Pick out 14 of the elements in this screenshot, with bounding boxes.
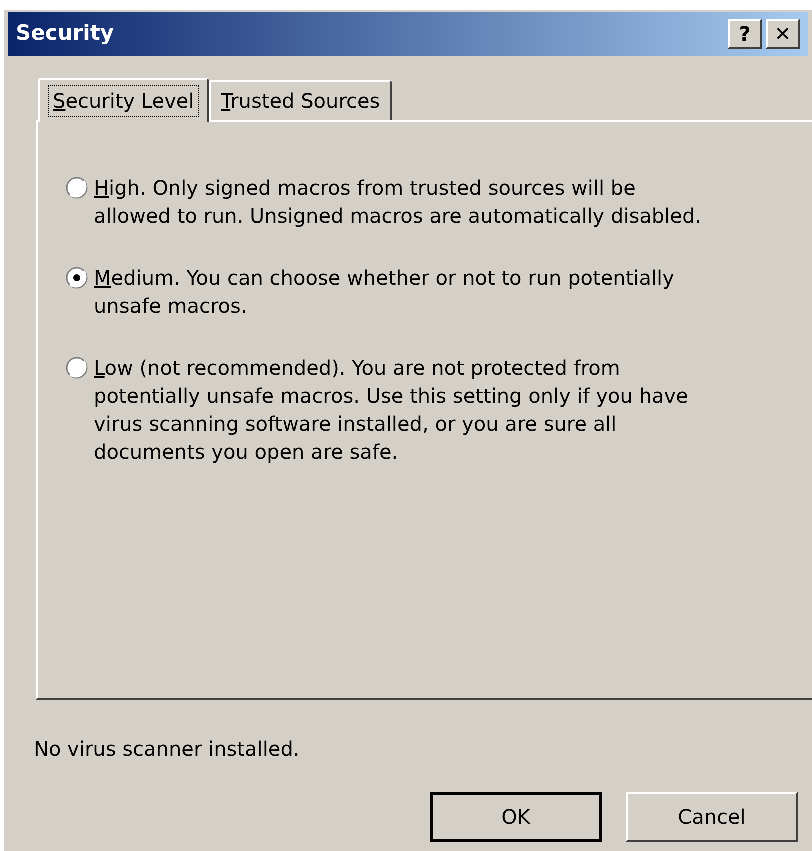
tab[interactable]: Security Level <box>38 78 210 122</box>
radio-button[interactable] <box>66 177 88 199</box>
close-button[interactable]: ✕ <box>766 19 800 49</box>
ok-button[interactable]: OK <box>430 792 602 842</box>
radio-button[interactable] <box>66 267 88 289</box>
option-label[interactable]: High. Only signed macros from trusted sources will be allowed to run. Unsigned macros are automatically disabled. <box>94 174 716 230</box>
option-label[interactable]: Low (not recommended). You are not protected from potentially unsafe macros. Use this setting only if you have virus scanning software installed, or you are sure all documents you open are safe. <box>94 354 716 466</box>
tab[interactable]: Trusted Sources <box>209 80 392 120</box>
radio-button[interactable] <box>66 357 88 379</box>
help-button[interactable]: ? <box>728 19 762 49</box>
window-title: Security <box>16 20 114 48</box>
option-label[interactable]: Medium. You can choose whether or not to run potentially unsafe macros. <box>94 264 716 320</box>
cancel-button[interactable]: Cancel <box>626 792 798 842</box>
status-text: No virus scanner installed. <box>34 736 301 763</box>
